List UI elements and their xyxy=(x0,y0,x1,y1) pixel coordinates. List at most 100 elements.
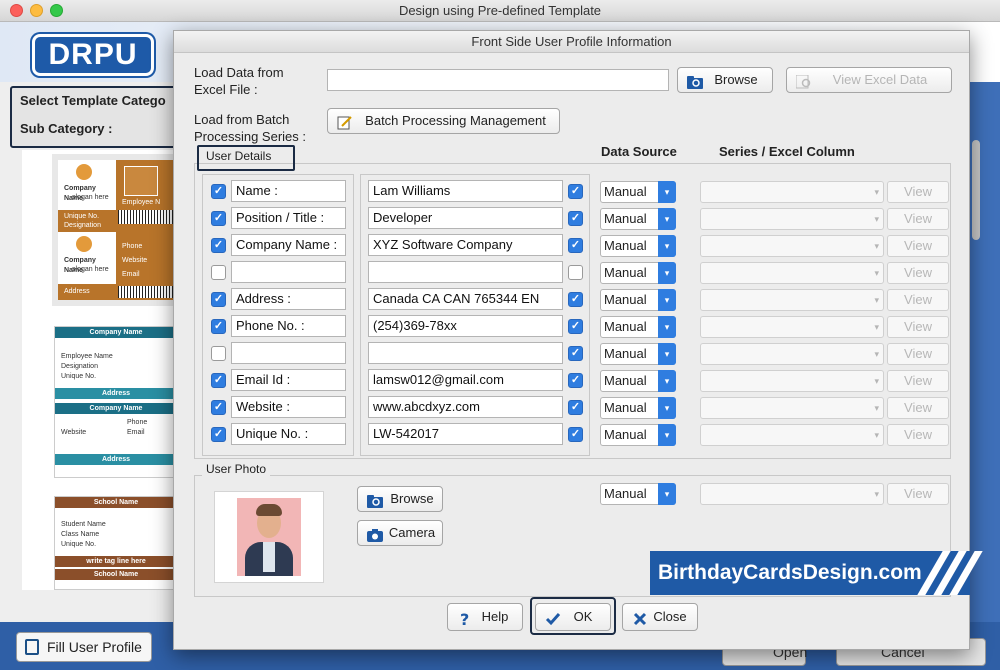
series-column-dropdown[interactable]: ▾ xyxy=(700,343,884,365)
field-value-input[interactable]: Developer xyxy=(368,207,563,229)
field-value-input[interactable] xyxy=(368,261,563,283)
view-button[interactable]: View xyxy=(887,316,949,338)
value-print-checkbox[interactable]: ✓ xyxy=(568,346,583,361)
field-label-input[interactable]: Company Name : xyxy=(231,234,346,256)
field-value-input[interactable]: (254)369-78xx xyxy=(368,315,563,337)
data-source-dropdown[interactable]: Manual ▾ xyxy=(600,397,676,419)
value-print-checkbox[interactable]: ✓ xyxy=(568,238,583,253)
field-label-input[interactable]: Position / Title : xyxy=(231,207,346,229)
field-enable-checkbox[interactable]: ✓ xyxy=(211,211,226,226)
series-column-dropdown[interactable]: ▾ xyxy=(700,316,884,338)
field-label-input[interactable] xyxy=(231,342,346,364)
field-value-input[interactable]: www.abcdxyz.com xyxy=(368,396,563,418)
field-enable-checkbox[interactable]: ✓ xyxy=(211,373,226,388)
series-column-dropdown[interactable]: ▾ xyxy=(700,181,884,203)
field-enable-checkbox[interactable]: ✓ xyxy=(211,427,226,442)
view-button[interactable]: View xyxy=(887,208,949,230)
field-value-input[interactable]: lamsw012@gmail.com xyxy=(368,369,563,391)
value-print-checkbox[interactable]: ✓ xyxy=(568,400,583,415)
zoom-window-button[interactable] xyxy=(50,4,63,17)
field-value-input[interactable]: Lam Williams xyxy=(368,180,563,202)
close-window-button[interactable] xyxy=(10,4,23,17)
view-button[interactable]: View xyxy=(887,424,949,446)
excel-file-path-field[interactable] xyxy=(327,69,669,91)
photo-browse-button[interactable]: Browse xyxy=(357,486,443,512)
field-value-input[interactable] xyxy=(368,342,563,364)
value-print-checkbox[interactable]: ✓ xyxy=(568,292,583,307)
field-label-input[interactable]: Email Id : xyxy=(231,369,346,391)
fill-user-profile-button[interactable]: Fill User Profile xyxy=(16,632,152,662)
series-column-dropdown[interactable]: ▾ xyxy=(700,289,884,311)
template-thumbnail-1[interactable]: Company Name slogan here Unique No. Desi… xyxy=(52,154,180,306)
photo-view-button[interactable]: View xyxy=(887,483,949,505)
ok-button[interactable]: OK xyxy=(535,603,611,631)
view-button[interactable]: View xyxy=(887,397,949,419)
svg-text:?: ? xyxy=(460,611,469,627)
value-print-checkbox[interactable]: ✓ xyxy=(568,319,583,334)
field-label-input[interactable]: Unique No. : xyxy=(231,423,346,445)
series-column-dropdown[interactable]: ▾ xyxy=(700,397,884,419)
view-button[interactable]: View xyxy=(887,289,949,311)
close-button[interactable]: Close xyxy=(622,603,698,631)
chevron-down-icon: ▾ xyxy=(874,295,879,305)
data-source-dropdown[interactable]: Manual ▾ xyxy=(600,370,676,392)
thumb-text: Student Name xyxy=(61,521,106,528)
batch-processing-button[interactable]: Batch Processing Management xyxy=(327,108,560,134)
data-source-dropdown[interactable]: Manual ▾ xyxy=(600,262,676,284)
field-value-input[interactable]: LW-542017 xyxy=(368,423,563,445)
field-enable-checkbox[interactable]: ✓ xyxy=(211,184,226,199)
data-source-dropdown[interactable]: Manual ▾ xyxy=(600,343,676,365)
series-column-dropdown[interactable]: ▾ xyxy=(700,208,884,230)
field-value-input[interactable]: XYZ Software Company xyxy=(368,234,563,256)
template-thumbnail-3[interactable]: School Name Student Name Class Name Uniq… xyxy=(54,496,178,590)
view-button[interactable]: View xyxy=(887,235,949,257)
data-source-dropdown[interactable]: Manual ▾ xyxy=(600,424,676,446)
data-source-dropdown[interactable]: Manual ▾ xyxy=(600,208,676,230)
template-thumbnail-2[interactable]: Company Name Employee Name Designation U… xyxy=(54,326,178,478)
photo-data-source-dropdown[interactable]: Manual ▾ xyxy=(600,483,676,505)
chevron-down-icon: ▾ xyxy=(874,322,879,332)
series-column-dropdown[interactable]: ▾ xyxy=(700,370,884,392)
value-print-checkbox[interactable]: ✓ xyxy=(568,427,583,442)
field-label-input[interactable]: Name : xyxy=(231,180,346,202)
logo-circle-icon xyxy=(76,164,92,180)
field-label-input[interactable]: Website : xyxy=(231,396,346,418)
chevron-down-icon: ▾ xyxy=(658,397,676,419)
view-button[interactable]: View xyxy=(887,181,949,203)
view-button[interactable]: View xyxy=(887,370,949,392)
chevron-down-icon: ▾ xyxy=(658,289,676,311)
field-value-input[interactable]: Canada CA CAN 765344 EN xyxy=(368,288,563,310)
field-enable-checkbox[interactable] xyxy=(211,346,226,361)
minimize-window-button[interactable] xyxy=(30,4,43,17)
photo-series-dropdown[interactable]: ▾ xyxy=(700,483,884,505)
excel-browse-button[interactable]: Browse xyxy=(677,67,773,93)
value-print-checkbox[interactable]: ✓ xyxy=(568,211,583,226)
field-enable-checkbox[interactable]: ✓ xyxy=(211,400,226,415)
view-button[interactable]: View xyxy=(887,343,949,365)
value-print-checkbox[interactable]: ✓ xyxy=(568,184,583,199)
view-button[interactable]: View xyxy=(887,262,949,284)
field-label-input[interactable]: Address : xyxy=(231,288,346,310)
photo-camera-button[interactable]: Camera xyxy=(357,520,443,546)
field-label-input[interactable]: Phone No. : xyxy=(231,315,346,337)
field-enable-checkbox[interactable] xyxy=(211,265,226,280)
series-column-dropdown[interactable]: ▾ xyxy=(700,262,884,284)
field-enable-checkbox[interactable]: ✓ xyxy=(211,292,226,307)
data-source-dropdown[interactable]: Manual ▾ xyxy=(600,181,676,203)
data-source-dropdown[interactable]: Manual ▾ xyxy=(600,289,676,311)
field-label-input[interactable] xyxy=(231,261,346,283)
help-button[interactable]: ? Help xyxy=(447,603,523,631)
value-print-checkbox[interactable] xyxy=(568,265,583,280)
field-enable-checkbox[interactable]: ✓ xyxy=(211,319,226,334)
fill-user-profile-label: Fill User Profile xyxy=(47,639,142,655)
view-excel-data-button[interactable]: View Excel Data xyxy=(786,67,952,93)
data-source-dropdown[interactable]: Manual ▾ xyxy=(600,235,676,257)
help-icon: ? xyxy=(457,610,473,629)
series-column-dropdown[interactable]: ▾ xyxy=(700,235,884,257)
right-scrollbar[interactable] xyxy=(972,140,980,240)
series-column-dropdown[interactable]: ▾ xyxy=(700,424,884,446)
data-source-dropdown[interactable]: Manual ▾ xyxy=(600,316,676,338)
value-print-checkbox[interactable]: ✓ xyxy=(568,373,583,388)
thumb-text: Phone xyxy=(127,419,148,426)
field-enable-checkbox[interactable]: ✓ xyxy=(211,238,226,253)
